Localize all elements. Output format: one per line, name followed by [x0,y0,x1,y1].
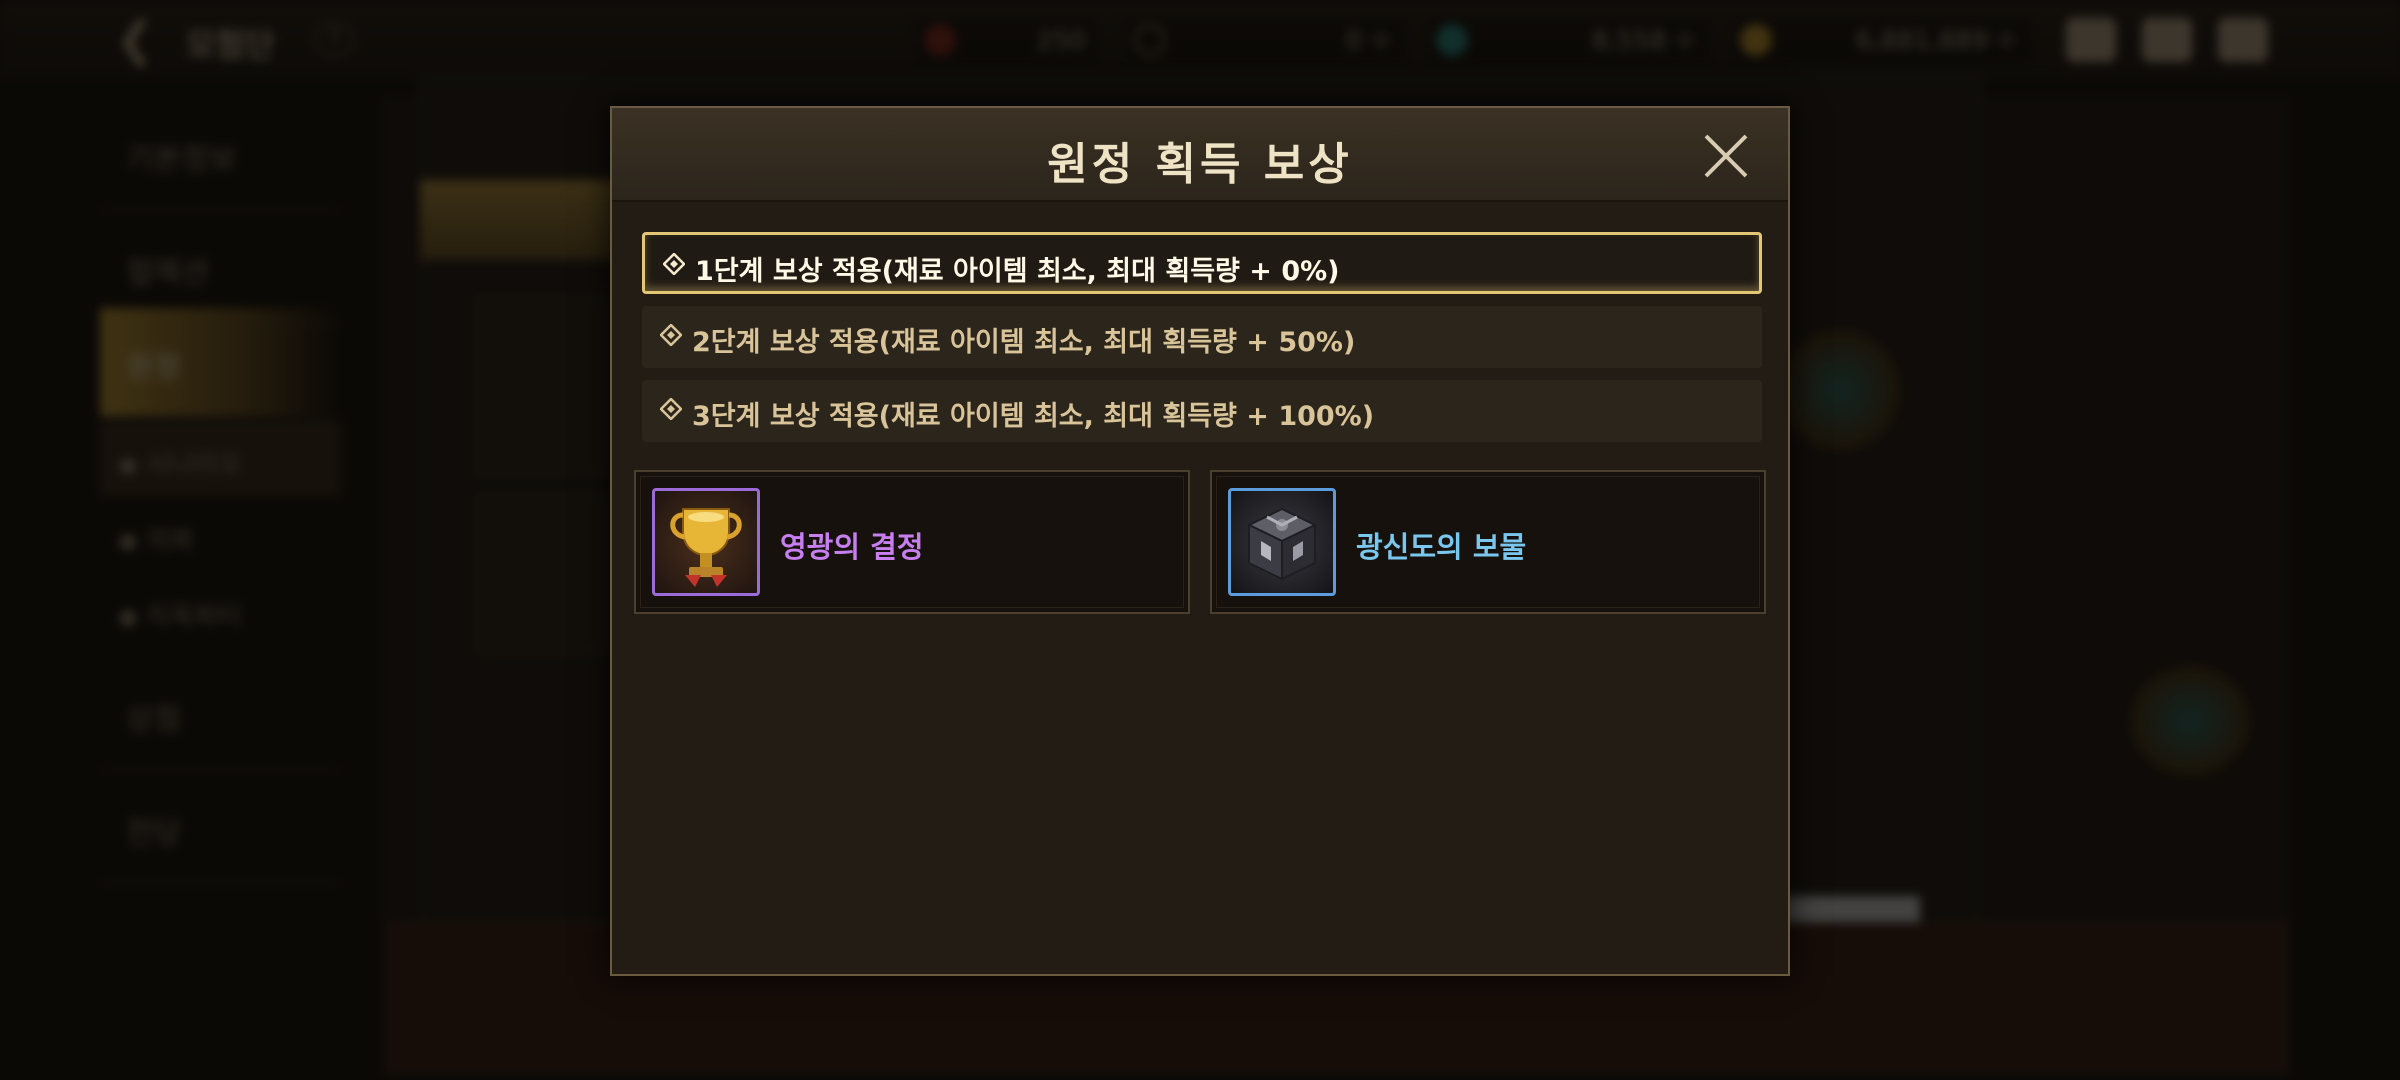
reward-item-row: 영광의 결정 광신도의 보물 [634,470,1770,614]
close-button[interactable] [1700,130,1752,182]
diamond-bullet-icon [663,253,685,275]
treasure-box-graphic [1246,507,1318,581]
diamond-bullet-icon [660,398,682,420]
tier-option-1[interactable]: 1단계 보상 적용(재료 아이템 최소, 최대 획득량 + 0%) [642,232,1762,294]
golden-trophy-icon [652,488,760,596]
reward-item-card[interactable]: 광신도의 보물 [1210,470,1766,614]
reward-item-name: 광신도의 보물 [1356,530,1527,564]
dark-treasure-box-icon [1228,488,1336,596]
reward-item-name: 영광의 결정 [780,530,924,564]
tier-label: 1단계 보상 적용(재료 아이템 최소, 최대 획득량 + 0%) [695,256,1340,287]
modal-header: 원정 획득 보상 [612,108,1788,202]
tier-option-2[interactable]: 2단계 보상 적용(재료 아이템 최소, 최대 획득량 + 50%) [642,306,1762,368]
diamond-bullet-icon [660,324,682,346]
tier-label: 3단계 보상 적용(재료 아이템 최소, 최대 획득량 + 100%) [692,401,1375,432]
tier-label: 2단계 보상 적용(재료 아이템 최소, 최대 획득량 + 50%) [692,327,1356,358]
close-icon [1704,134,1748,178]
modal-title: 원정 획득 보상 [1047,139,1353,190]
reward-item-card[interactable]: 영광의 결정 [634,470,1190,614]
tier-option-3[interactable]: 3단계 보상 적용(재료 아이템 최소, 최대 획득량 + 100%) [642,380,1762,442]
trophy-graphic [670,508,742,587]
expedition-reward-modal: 원정 획득 보상 1단계 보상 적용(재료 아이템 최소, 최대 획득량 + 0… [610,106,1790,976]
reward-tier-list: 1단계 보상 적용(재료 아이템 최소, 최대 획득량 + 0%) 2단계 보상… [642,232,1762,454]
